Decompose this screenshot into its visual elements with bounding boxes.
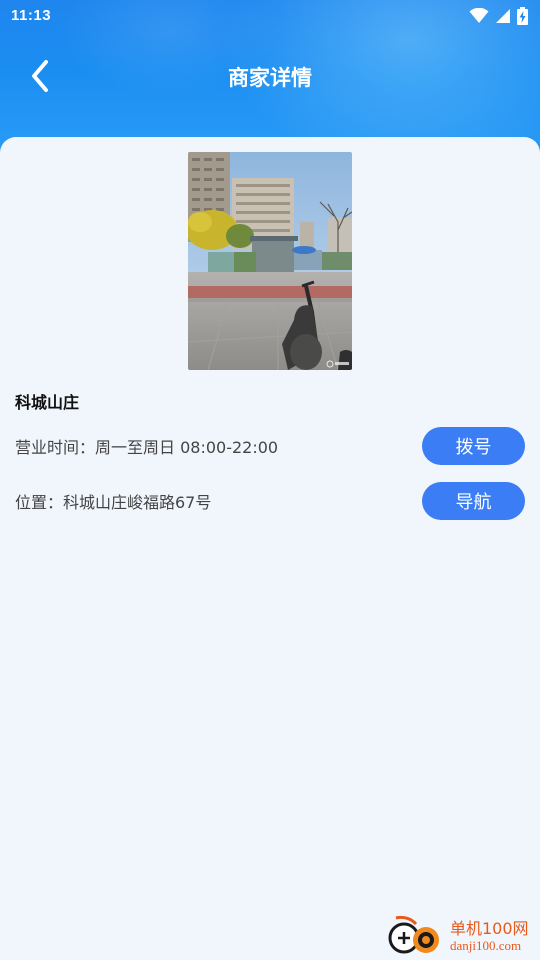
status-time: 11:13 (11, 7, 52, 24)
watermark-en: danji100.com (450, 937, 522, 953)
business-hours-row: 营业时间：周一至周日 08:00-22:00 拨号 (15, 427, 525, 465)
battery-charging-icon (517, 7, 528, 25)
status-bar: 11:13 (0, 0, 540, 32)
call-button[interactable]: 拨号 (422, 427, 525, 465)
store-photo (188, 152, 352, 370)
navigate-button[interactable]: 导航 (422, 482, 525, 520)
store-detail-card: 科城山庄 营业时间：周一至周日 08:00-22:00 拨号 位置：科城山庄峻福… (0, 137, 540, 960)
store-name: 科城山庄 (15, 393, 80, 412)
business-hours-text: 营业时间：周一至周日 08:00-22:00 (15, 438, 279, 457)
page-title: 商家详情 (228, 66, 312, 90)
status-icons (469, 6, 528, 26)
location-text: 位置：科城山庄峻福路67号 (15, 493, 212, 512)
site-watermark: 单机100网 danji100.com (386, 914, 536, 958)
signal-icon (496, 9, 510, 23)
watermark-logo-icon (386, 914, 448, 958)
watermark-text: 单机100网 danji100.com (450, 918, 529, 953)
wifi-icon (469, 8, 489, 23)
header-banner: 11:13 商家详情 (0, 0, 540, 160)
watermark-cn: 单机100网 (450, 918, 529, 938)
location-row: 位置：科城山庄峻福路67号 导航 (15, 482, 525, 520)
